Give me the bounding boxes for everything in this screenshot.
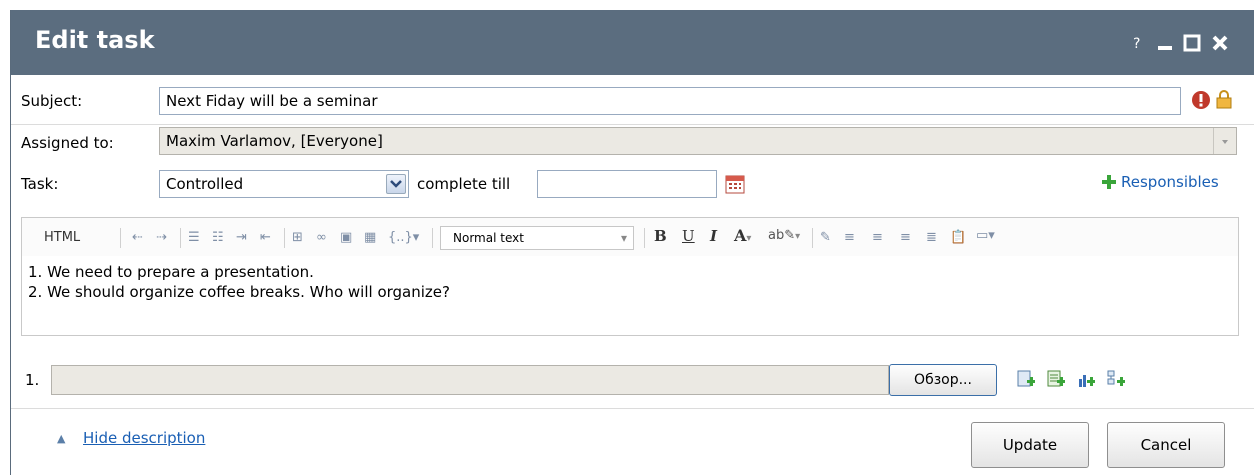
chevron-down-icon: ▾ <box>620 231 627 245</box>
align-center-icon[interactable]: ≡ <box>872 230 883 245</box>
horizontal-rule-icon[interactable]: ⊞ <box>292 230 303 245</box>
save-icon[interactable]: ▭▾ <box>976 228 995 243</box>
italic-icon[interactable]: I <box>710 227 717 245</box>
outdent-icon[interactable]: ⇤ <box>260 230 271 245</box>
task-type-select[interactable]: Controlled <box>159 170 409 198</box>
numbered-list-icon[interactable]: ☷ <box>212 230 224 245</box>
important-icon[interactable] <box>1191 90 1210 109</box>
update-button[interactable]: Update <box>971 422 1089 468</box>
hide-description-link[interactable]: Hide description <box>83 429 205 447</box>
edit-task-dialog: Edit task ? Subject: Next Fiday will be … <box>10 10 1254 475</box>
chevron-up-icon[interactable]: ▲ <box>57 432 65 445</box>
text-style-value: Normal text <box>453 231 524 245</box>
lock-icon[interactable] <box>1215 89 1232 109</box>
indent-icon[interactable]: ⇥ <box>236 230 247 245</box>
assigned-to-value: Maxim Varlamov, [Everyone] <box>166 132 383 150</box>
code-icon[interactable]: {..}▾ <box>388 230 419 245</box>
remove-format-icon[interactable]: ✎ <box>820 230 831 245</box>
minimize-icon[interactable] <box>1157 32 1173 56</box>
chevron-down-icon[interactable] <box>386 174 406 194</box>
assigned-to-label: Assigned to: <box>21 134 114 152</box>
add-diagram-icon[interactable] <box>1107 370 1125 388</box>
add-spreadsheet-icon[interactable] <box>1047 370 1065 388</box>
bold-icon[interactable]: B <box>654 227 667 245</box>
html-mode-button[interactable]: HTML <box>44 230 80 245</box>
title-bar: Edit task ? <box>11 10 1254 75</box>
task-type-value: Controlled <box>166 175 244 193</box>
table-icon[interactable]: ▦ <box>364 230 376 245</box>
complete-till-label: complete till <box>417 175 511 193</box>
align-left-icon[interactable]: ≡ <box>844 230 855 245</box>
responsibles-link[interactable]: Responsibles <box>1121 173 1219 191</box>
bulleted-list-icon[interactable]: ☰ <box>188 230 200 245</box>
link-icon[interactable]: ∞ <box>316 230 327 245</box>
underline-icon[interactable]: U <box>682 227 695 245</box>
complete-till-input[interactable] <box>537 170 717 198</box>
assigned-dropdown-icon[interactable] <box>1213 128 1236 154</box>
editor-line: 2. We should organize coffee breaks. Who… <box>28 283 450 301</box>
attachment-file-input[interactable] <box>51 365 889 395</box>
assigned-to-field[interactable]: Maxim Varlamov, [Everyone] <box>159 127 1237 155</box>
dialog-title: Edit task <box>35 26 155 54</box>
attachment-index: 1. <box>25 371 40 389</box>
description-editor[interactable]: 1. We need to prepare a presentation. 2.… <box>21 256 1239 336</box>
browse-button[interactable]: Обзор... <box>889 364 997 396</box>
highlight-icon[interactable]: ab✎▾ <box>768 228 800 243</box>
help-icon[interactable]: ? <box>1133 36 1140 52</box>
redo-icon[interactable]: ⇢ <box>156 230 167 245</box>
add-icon <box>1101 174 1117 192</box>
editor-line: 1. We need to prepare a presentation. <box>28 263 314 281</box>
undo-icon[interactable]: ⇠ <box>132 230 143 245</box>
font-color-icon[interactable]: A▾ <box>734 226 751 245</box>
text-style-select[interactable]: Normal text ▾ <box>440 226 634 250</box>
subject-input[interactable]: Next Fiday will be a seminar <box>159 87 1181 115</box>
align-right-icon[interactable]: ≡ <box>900 230 911 245</box>
add-document-icon[interactable] <box>1017 370 1035 388</box>
close-icon[interactable] <box>1211 32 1229 56</box>
paste-clear-icon[interactable]: 📋 <box>950 230 966 245</box>
task-label: Task: <box>21 175 59 193</box>
image-icon[interactable]: ▣ <box>340 230 352 245</box>
editor-toolbar: HTML ⇠ ⇢ ☰ ☷ ⇥ ⇤ ⊞ ∞ ▣ ▦ {..}▾ Normal te… <box>21 217 1239 257</box>
calendar-icon[interactable] <box>725 174 745 194</box>
subject-label: Subject: <box>21 92 83 110</box>
justify-icon[interactable]: ≣ <box>926 230 937 245</box>
cancel-button[interactable]: Cancel <box>1107 422 1225 468</box>
add-chart-icon[interactable] <box>1077 370 1095 388</box>
maximize-icon[interactable] <box>1183 32 1201 56</box>
